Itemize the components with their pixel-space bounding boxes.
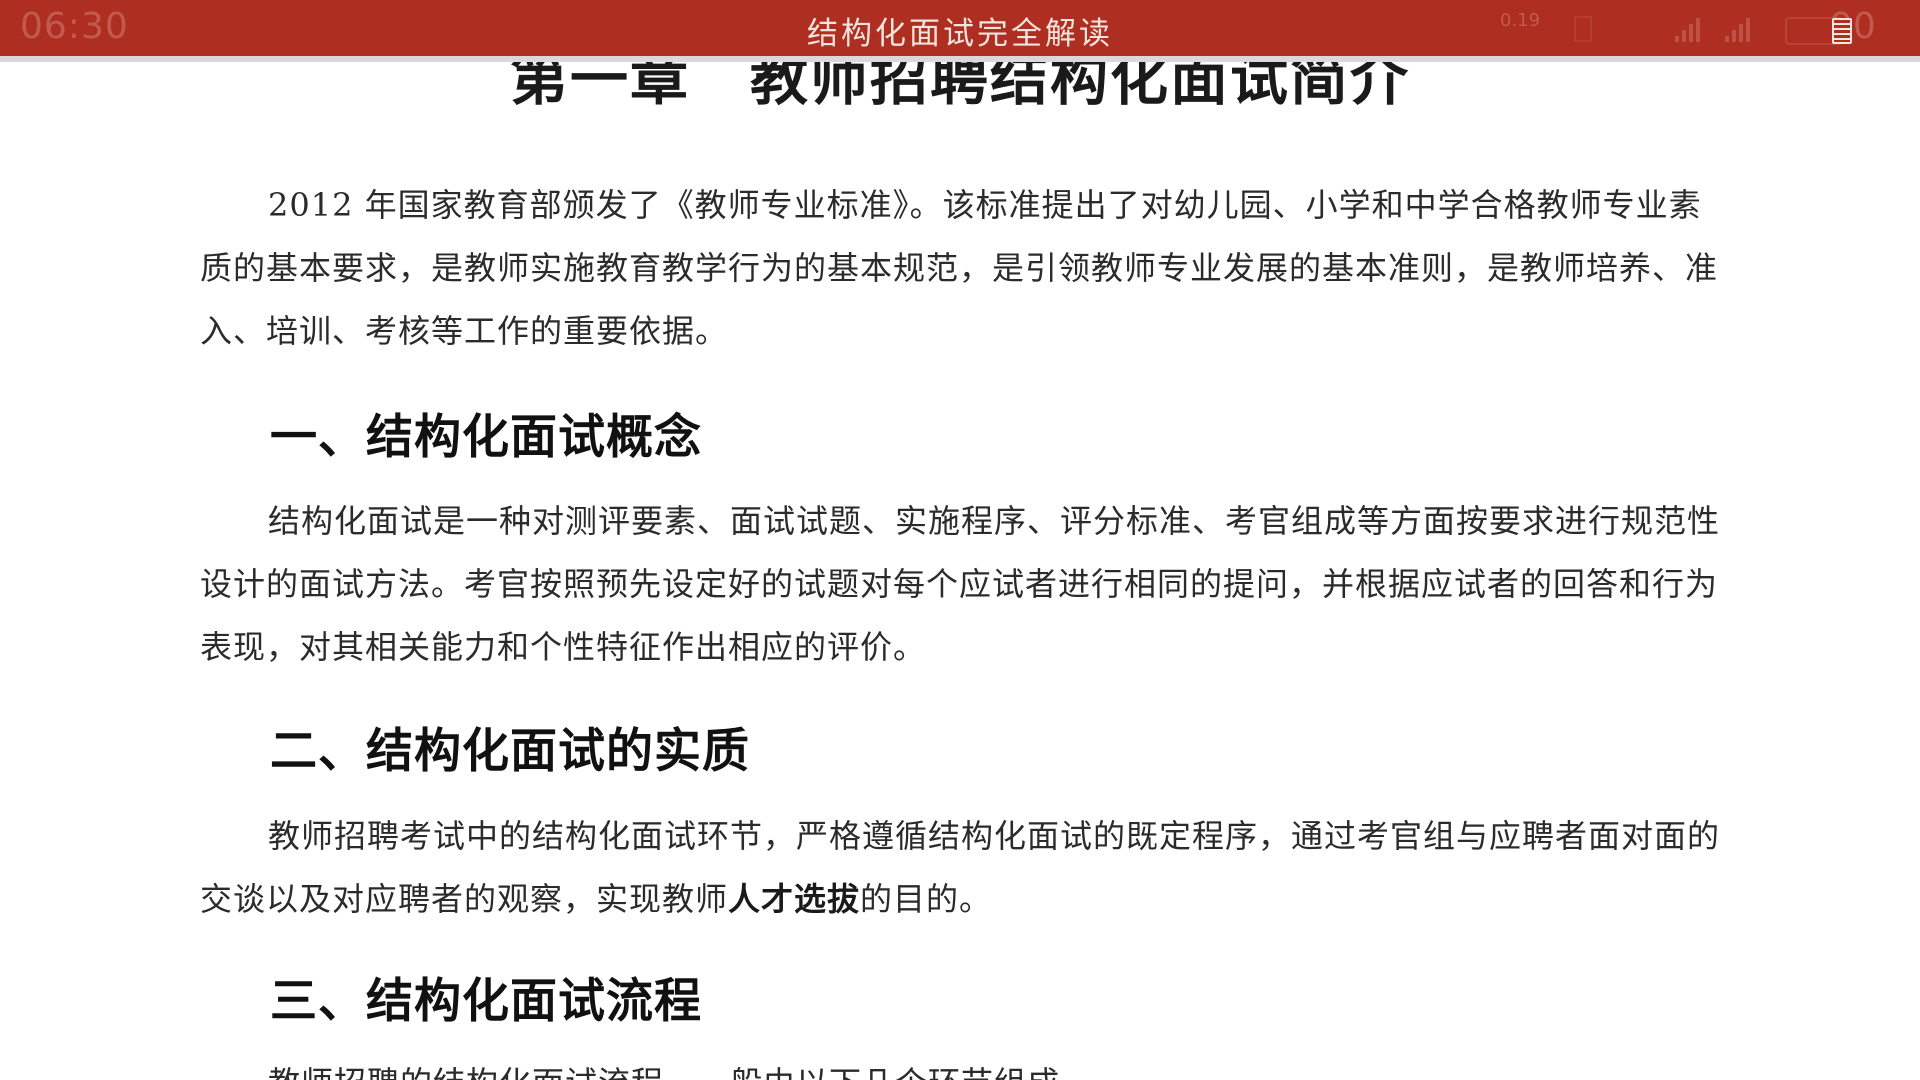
document-title: 结构化面试完全解读 [807, 16, 1113, 52]
intro-paragraph: 2012 年国家教育部颁发了《教师专业标准》。该标准提出了对幼儿园、小学和中学合… [200, 186, 1719, 350]
section-body-process: 教师招聘的结构化面试流程，一般由以下几个环节组成。 [200, 1052, 1730, 1080]
document-icon[interactable] [1832, 18, 1852, 44]
essence-bold-term: 人才选拔 [728, 880, 861, 918]
section-body-essence: 教师招聘考试中的结构化面试环节，严格遵循结构化面试的既定程序，通过考官组与应聘者… [200, 805, 1730, 931]
reader-title-bar: 06:30 结构化面试完全解读 0.19 90 [0, 0, 1920, 62]
essence-text-end: 的目的。 [860, 880, 993, 918]
sim-card-icon [1574, 16, 1592, 42]
network-speed: 0.19 [1500, 10, 1541, 31]
section-heading-concept: 一、结构化面试概念 [270, 410, 702, 465]
section-body-concept: 结构化面试是一种对测评要素、面试试题、实施程序、评分标准、考官组成等方面按要求进… [200, 502, 1721, 666]
signal-icon [1675, 14, 1703, 42]
signal-icon-2 [1725, 14, 1753, 42]
document-page: 第一章 教师招聘结构化面试简介 2012 年国家教育部颁发了《教师专业标准》。该… [0, 0, 1920, 1080]
section-heading-process: 三、结构化面试流程 [270, 974, 702, 1029]
title-bar-divider [0, 56, 1920, 62]
section-heading-essence: 二、结构化面试的实质 [270, 724, 750, 779]
